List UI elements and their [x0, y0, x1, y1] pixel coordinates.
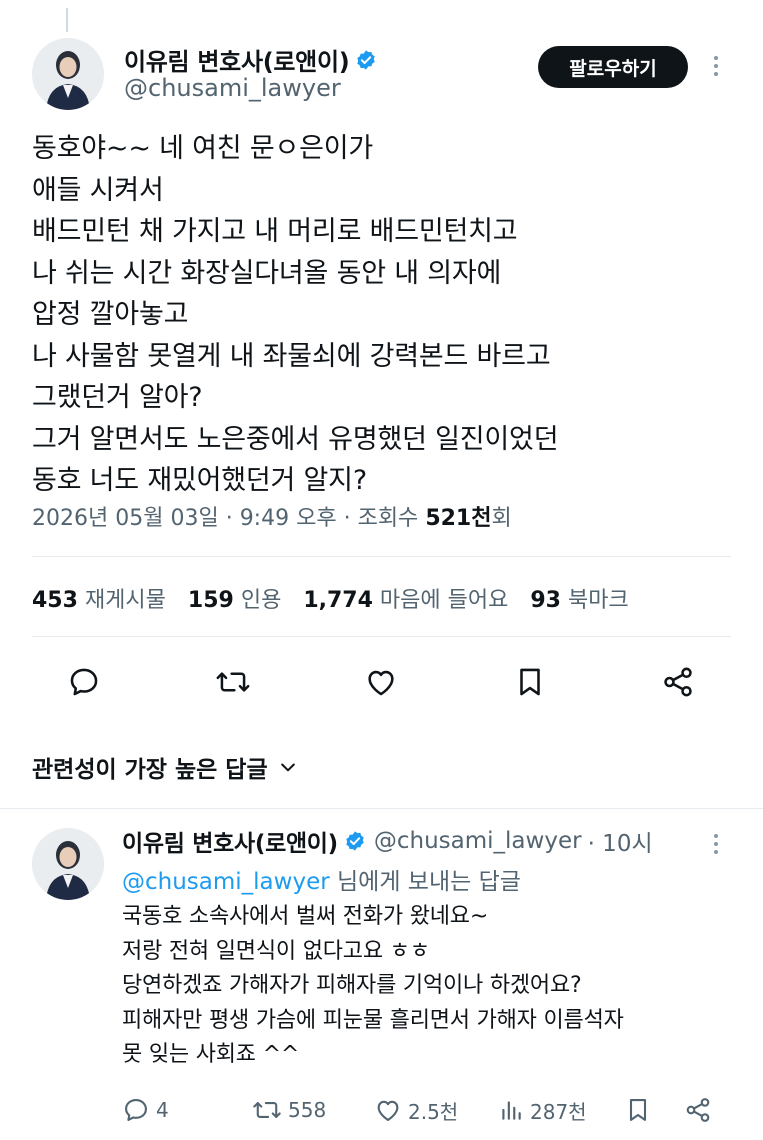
tweet-text-line: 애들 시켜서 — [32, 174, 164, 206]
share-icon — [686, 1098, 710, 1122]
chevron-down-icon — [280, 763, 295, 772]
reply-author-handle[interactable]: @chusami_lawyer — [374, 828, 582, 854]
heart-icon — [377, 1100, 399, 1121]
views-suffix: 회 — [491, 506, 512, 531]
replying-to: @chusami_lawyer 님에게 보내는 답글 — [122, 862, 521, 896]
reply-like-button[interactable]: 2.5천 — [374, 1092, 458, 1128]
tweet-time[interactable]: 9:49 오후 — [240, 506, 337, 531]
reply-icon — [125, 1099, 147, 1121]
avatar-portrait-icon — [32, 828, 104, 900]
reply-text-line: 피해자만 평생 가슴에 피눈물 흘리면서 가해자 이름석자 — [122, 1007, 624, 1033]
reply-text-line: 못 잊는 사회죠 ^^ — [122, 1042, 300, 1067]
replies-sort-dropdown[interactable]: 관련성이 가장 높은 답글 — [32, 750, 298, 784]
likes-stat[interactable]: 1,774 마음에 들어요 — [303, 582, 508, 614]
tweet-text: 동호야~~ 네 여친 문ㅇ은이가 애들 시켜서 배드민턴 채 가지고 내 머리로… — [32, 128, 732, 502]
reply-button[interactable] — [64, 662, 104, 702]
reply-text: 국동호 소속사에서 벌써 전화가 왔네요~ 저랑 전혀 일면식이 없다고요 ㅎㅎ… — [122, 900, 624, 1073]
verified-badge-icon — [357, 49, 376, 70]
tweet-text-line: 배드민턴 채 가지고 내 머리로 배드민턴치고 — [32, 216, 518, 247]
bookmark-icon — [520, 668, 540, 696]
author-name[interactable]: 이유림 변호사(로앤이) — [124, 42, 350, 77]
thread-connector-line — [66, 8, 68, 32]
bookmarks-stat[interactable]: 93 북마크 — [530, 582, 628, 614]
reply-replies-count: 4 — [156, 1098, 169, 1122]
tweet-text-line: 나 쉬는 시간 화장실다녀올 동안 내 의자에 — [32, 257, 502, 289]
author-name-row: 이유림 변호사(로앤이) — [124, 42, 377, 77]
reply-retweets-count: 558 — [288, 1098, 327, 1122]
tweet-text-line: 동호 너도 재밌어했던거 알지? — [32, 465, 367, 496]
tweet-text-line: 압정 깔아놓고 — [32, 299, 189, 330]
reply-likes-count: 2.5천 — [408, 1099, 459, 1124]
like-button[interactable] — [361, 662, 401, 702]
reply-more-options-icon[interactable] — [714, 834, 718, 854]
reply-icon — [70, 668, 98, 696]
views-chart-icon — [502, 1101, 521, 1120]
retweet-icon — [253, 1102, 281, 1118]
tweet-text-line: 나 사물함 못열게 내 좌물쇠에 강력본드 바르고 — [32, 340, 551, 372]
tweet-text-line: 그거 알면서도 노은중에서 유명했던 일진이었던 — [32, 423, 559, 455]
tweet-text-line: 동호야~~ 네 여친 문ㅇ은이가 — [32, 133, 374, 164]
retweets-label: 재게시물 — [84, 588, 166, 613]
quotes-stat[interactable]: 159 인용 — [188, 582, 281, 614]
avatar-portrait-icon — [32, 38, 104, 110]
retweets-stat[interactable]: 453 재게시물 — [32, 582, 166, 614]
bookmarks-label: 북마크 — [567, 588, 629, 613]
reply-action-bar: 4 558 2.5천 287천 — [122, 1092, 722, 1128]
replying-to-handle[interactable]: @chusami_lawyer — [122, 869, 330, 895]
verified-badge-icon — [346, 831, 364, 851]
quotes-label: 인용 — [240, 588, 282, 613]
retweet-icon — [216, 672, 250, 692]
bookmarks-count: 93 — [530, 588, 561, 613]
divider — [0, 808, 763, 809]
reply-author-avatar[interactable] — [32, 828, 104, 900]
tweet-date[interactable]: 2026년 05월 03일 — [32, 506, 219, 531]
likes-count: 1,774 — [303, 588, 373, 613]
tweet-text-line: 그랬던거 알아? — [32, 382, 203, 413]
reply-views-count: 287천 — [530, 1099, 587, 1124]
share-icon — [664, 667, 692, 697]
tweet-meta: 2026년 05월 03일 · 9:49 오후 · 조회수 521천회 — [32, 506, 512, 531]
divider — [32, 556, 731, 557]
replies-sort-label: 관련성이 가장 높은 답글 — [32, 757, 268, 783]
bookmark-icon — [629, 1099, 647, 1121]
retweets-count: 453 — [32, 588, 78, 613]
author-handle[interactable]: @chusami_lawyer — [124, 74, 341, 102]
divider — [32, 636, 731, 637]
reply-author-row: 이유림 변호사(로앤이) @chusami_lawyer · 10시 — [122, 824, 653, 858]
reply-share-button[interactable] — [684, 1092, 712, 1128]
reply-text-line: 저랑 전혀 일면식이 없다고요 ㅎㅎ — [122, 938, 430, 964]
bookmark-button[interactable] — [510, 662, 550, 702]
quotes-count: 159 — [187, 588, 234, 613]
heart-icon — [368, 670, 394, 696]
reply-author-name[interactable]: 이유림 변호사(로앤이) — [122, 824, 338, 858]
share-button[interactable] — [658, 662, 698, 702]
views-prefix: 조회수 — [357, 506, 419, 531]
reply-retweet-button[interactable]: 558 — [252, 1092, 326, 1128]
follow-button[interactable]: 팔로우하기 — [538, 46, 688, 88]
reply-bookmark-button[interactable] — [624, 1092, 652, 1128]
author-avatar[interactable] — [32, 38, 104, 110]
views-count: 521천 — [425, 506, 492, 531]
replying-to-suffix: 님에게 보내는 답글 — [337, 869, 521, 895]
reply-text-line: 국동호 소속사에서 벌써 전화가 왔네요~ — [122, 904, 489, 929]
reply-text-line: 당연하겠죠 가해자가 피해자를 기억이나 하겠어요? — [122, 973, 582, 998]
reply-views-button[interactable]: 287천 — [498, 1092, 587, 1128]
retweet-button[interactable] — [213, 662, 253, 702]
reply-reply-button[interactable]: 4 — [122, 1092, 169, 1128]
more-options-icon[interactable] — [714, 56, 718, 76]
reply-time[interactable]: · 10시 — [588, 824, 653, 858]
tweet-stats: 453 재게시물 159 인용 1,774 마음에 들어요 93 북마크 — [32, 582, 629, 614]
likes-label: 마음에 들어요 — [379, 588, 509, 613]
